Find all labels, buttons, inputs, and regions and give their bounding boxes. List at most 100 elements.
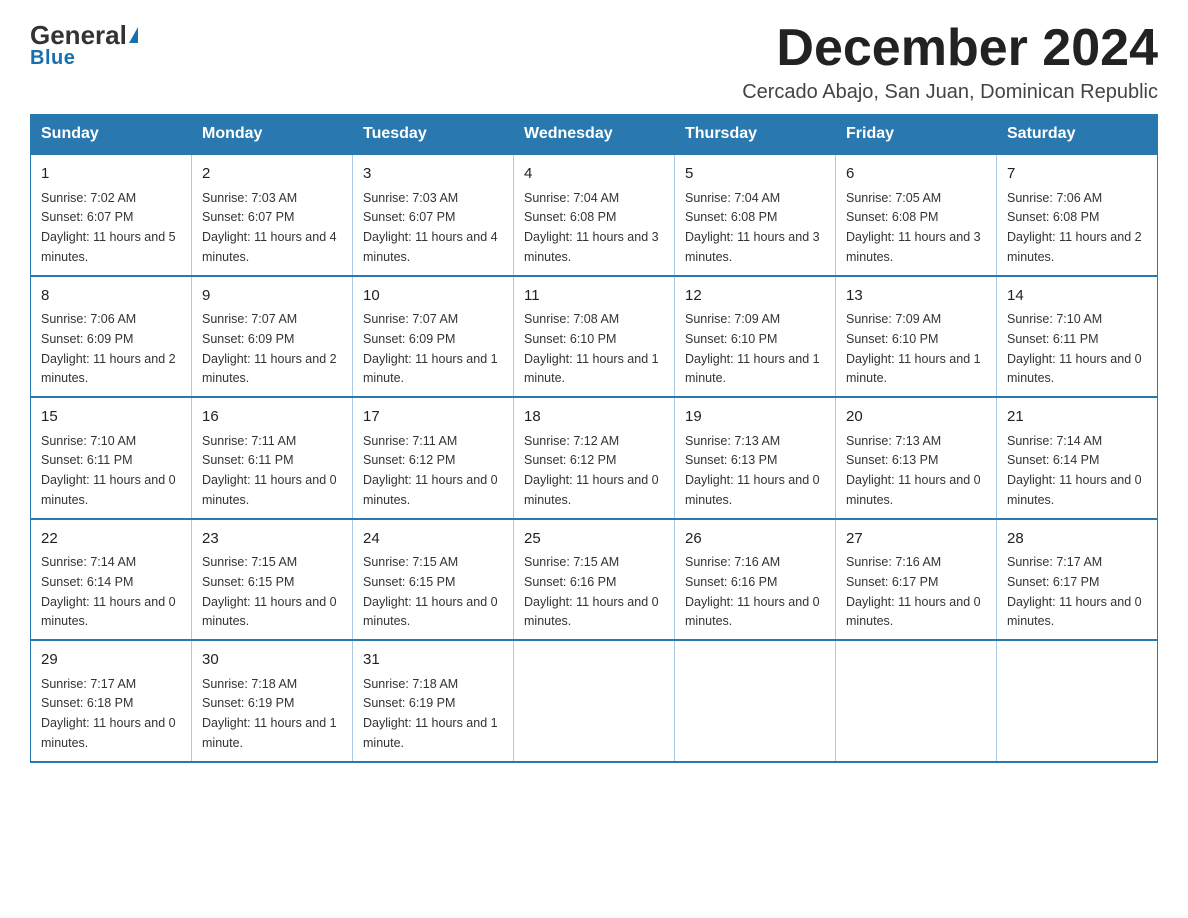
day-number: 20: [846, 406, 986, 429]
day-info: Sunrise: 7:05 AMSunset: 6:08 PMDaylight:…: [846, 191, 981, 264]
calendar-day-cell: 25 Sunrise: 7:15 AMSunset: 6:16 PMDaylig…: [514, 519, 675, 641]
day-number: 19: [685, 406, 825, 429]
calendar-day-cell: 4 Sunrise: 7:04 AMSunset: 6:08 PMDayligh…: [514, 154, 675, 276]
day-number: 26: [685, 528, 825, 551]
day-number: 31: [363, 649, 503, 672]
calendar-day-cell: 12 Sunrise: 7:09 AMSunset: 6:10 PMDaylig…: [675, 276, 836, 398]
day-info: Sunrise: 7:18 AMSunset: 6:19 PMDaylight:…: [363, 677, 498, 750]
page-header: General Blue December 2024 Cercado Abajo…: [30, 20, 1158, 104]
calendar-day-cell: 5 Sunrise: 7:04 AMSunset: 6:08 PMDayligh…: [675, 154, 836, 276]
day-number: 21: [1007, 406, 1147, 429]
day-info: Sunrise: 7:14 AMSunset: 6:14 PMDaylight:…: [1007, 434, 1142, 507]
day-info: Sunrise: 7:12 AMSunset: 6:12 PMDaylight:…: [524, 434, 659, 507]
day-number: 7: [1007, 163, 1147, 186]
calendar-day-cell: 8 Sunrise: 7:06 AMSunset: 6:09 PMDayligh…: [31, 276, 192, 398]
calendar-day-cell: 9 Sunrise: 7:07 AMSunset: 6:09 PMDayligh…: [192, 276, 353, 398]
calendar-week-row: 15 Sunrise: 7:10 AMSunset: 6:11 PMDaylig…: [31, 397, 1158, 519]
calendar-day-cell: 17 Sunrise: 7:11 AMSunset: 6:12 PMDaylig…: [353, 397, 514, 519]
calendar-day-cell: 2 Sunrise: 7:03 AMSunset: 6:07 PMDayligh…: [192, 154, 353, 276]
calendar-day-cell: 18 Sunrise: 7:12 AMSunset: 6:12 PMDaylig…: [514, 397, 675, 519]
day-number: 1: [41, 163, 181, 186]
day-info: Sunrise: 7:15 AMSunset: 6:16 PMDaylight:…: [524, 555, 659, 628]
calendar-day-header: Friday: [836, 115, 997, 155]
day-number: 6: [846, 163, 986, 186]
day-info: Sunrise: 7:08 AMSunset: 6:10 PMDaylight:…: [524, 312, 659, 385]
day-number: 11: [524, 285, 664, 308]
day-info: Sunrise: 7:06 AMSunset: 6:08 PMDaylight:…: [1007, 191, 1142, 264]
calendar-day-cell: 7 Sunrise: 7:06 AMSunset: 6:08 PMDayligh…: [997, 154, 1158, 276]
day-number: 23: [202, 528, 342, 551]
calendar-day-cell: 16 Sunrise: 7:11 AMSunset: 6:11 PMDaylig…: [192, 397, 353, 519]
day-info: Sunrise: 7:02 AMSunset: 6:07 PMDaylight:…: [41, 191, 176, 264]
day-info: Sunrise: 7:17 AMSunset: 6:18 PMDaylight:…: [41, 677, 176, 750]
day-info: Sunrise: 7:07 AMSunset: 6:09 PMDaylight:…: [202, 312, 337, 385]
calendar-day-cell: 14 Sunrise: 7:10 AMSunset: 6:11 PMDaylig…: [997, 276, 1158, 398]
calendar-day-cell: 31 Sunrise: 7:18 AMSunset: 6:19 PMDaylig…: [353, 640, 514, 762]
day-number: 28: [1007, 528, 1147, 551]
calendar-day-cell: 11 Sunrise: 7:08 AMSunset: 6:10 PMDaylig…: [514, 276, 675, 398]
calendar-day-cell: 28 Sunrise: 7:17 AMSunset: 6:17 PMDaylig…: [997, 519, 1158, 641]
day-info: Sunrise: 7:13 AMSunset: 6:13 PMDaylight:…: [685, 434, 820, 507]
day-number: 8: [41, 285, 181, 308]
day-info: Sunrise: 7:11 AMSunset: 6:11 PMDaylight:…: [202, 434, 337, 507]
day-info: Sunrise: 7:03 AMSunset: 6:07 PMDaylight:…: [363, 191, 498, 264]
day-info: Sunrise: 7:10 AMSunset: 6:11 PMDaylight:…: [1007, 312, 1142, 385]
day-info: Sunrise: 7:15 AMSunset: 6:15 PMDaylight:…: [202, 555, 337, 628]
day-number: 24: [363, 528, 503, 551]
calendar-header-row: SundayMondayTuesdayWednesdayThursdayFrid…: [31, 115, 1158, 155]
day-info: Sunrise: 7:07 AMSunset: 6:09 PMDaylight:…: [363, 312, 498, 385]
day-number: 15: [41, 406, 181, 429]
calendar-day-cell: [997, 640, 1158, 762]
day-info: Sunrise: 7:04 AMSunset: 6:08 PMDaylight:…: [685, 191, 820, 264]
day-number: 27: [846, 528, 986, 551]
logo-blue: Blue: [30, 47, 75, 70]
calendar-day-cell: 21 Sunrise: 7:14 AMSunset: 6:14 PMDaylig…: [997, 397, 1158, 519]
day-info: Sunrise: 7:10 AMSunset: 6:11 PMDaylight:…: [41, 434, 176, 507]
calendar-day-header: Wednesday: [514, 115, 675, 155]
calendar-week-row: 29 Sunrise: 7:17 AMSunset: 6:18 PMDaylig…: [31, 640, 1158, 762]
day-info: Sunrise: 7:11 AMSunset: 6:12 PMDaylight:…: [363, 434, 498, 507]
day-info: Sunrise: 7:04 AMSunset: 6:08 PMDaylight:…: [524, 191, 659, 264]
calendar-day-cell: 6 Sunrise: 7:05 AMSunset: 6:08 PMDayligh…: [836, 154, 997, 276]
calendar-day-cell: 26 Sunrise: 7:16 AMSunset: 6:16 PMDaylig…: [675, 519, 836, 641]
day-info: Sunrise: 7:18 AMSunset: 6:19 PMDaylight:…: [202, 677, 337, 750]
day-number: 2: [202, 163, 342, 186]
calendar-day-header: Thursday: [675, 115, 836, 155]
month-title: December 2024: [742, 20, 1158, 77]
title-section: December 2024 Cercado Abajo, San Juan, D…: [742, 20, 1158, 104]
day-number: 14: [1007, 285, 1147, 308]
logo: General Blue: [30, 20, 138, 70]
day-number: 29: [41, 649, 181, 672]
day-number: 18: [524, 406, 664, 429]
calendar-day-cell: 23 Sunrise: 7:15 AMSunset: 6:15 PMDaylig…: [192, 519, 353, 641]
day-number: 3: [363, 163, 503, 186]
day-info: Sunrise: 7:16 AMSunset: 6:16 PMDaylight:…: [685, 555, 820, 628]
calendar-day-header: Sunday: [31, 115, 192, 155]
location-title: Cercado Abajo, San Juan, Dominican Repub…: [742, 81, 1158, 104]
calendar-day-cell: 1 Sunrise: 7:02 AMSunset: 6:07 PMDayligh…: [31, 154, 192, 276]
calendar-day-header: Saturday: [997, 115, 1158, 155]
day-info: Sunrise: 7:09 AMSunset: 6:10 PMDaylight:…: [685, 312, 820, 385]
calendar-table: SundayMondayTuesdayWednesdayThursdayFrid…: [30, 114, 1158, 763]
day-info: Sunrise: 7:15 AMSunset: 6:15 PMDaylight:…: [363, 555, 498, 628]
calendar-day-cell: 15 Sunrise: 7:10 AMSunset: 6:11 PMDaylig…: [31, 397, 192, 519]
calendar-day-cell: 20 Sunrise: 7:13 AMSunset: 6:13 PMDaylig…: [836, 397, 997, 519]
day-number: 22: [41, 528, 181, 551]
day-number: 17: [363, 406, 503, 429]
day-number: 30: [202, 649, 342, 672]
day-number: 12: [685, 285, 825, 308]
calendar-day-cell: [675, 640, 836, 762]
day-info: Sunrise: 7:14 AMSunset: 6:14 PMDaylight:…: [41, 555, 176, 628]
day-number: 25: [524, 528, 664, 551]
calendar-day-cell: 24 Sunrise: 7:15 AMSunset: 6:15 PMDaylig…: [353, 519, 514, 641]
day-info: Sunrise: 7:16 AMSunset: 6:17 PMDaylight:…: [846, 555, 981, 628]
calendar-day-cell: 30 Sunrise: 7:18 AMSunset: 6:19 PMDaylig…: [192, 640, 353, 762]
day-info: Sunrise: 7:17 AMSunset: 6:17 PMDaylight:…: [1007, 555, 1142, 628]
calendar-day-cell: 10 Sunrise: 7:07 AMSunset: 6:09 PMDaylig…: [353, 276, 514, 398]
calendar-day-cell: 22 Sunrise: 7:14 AMSunset: 6:14 PMDaylig…: [31, 519, 192, 641]
calendar-day-cell: 27 Sunrise: 7:16 AMSunset: 6:17 PMDaylig…: [836, 519, 997, 641]
day-number: 9: [202, 285, 342, 308]
logo-triangle-icon: [129, 27, 138, 43]
calendar-week-row: 22 Sunrise: 7:14 AMSunset: 6:14 PMDaylig…: [31, 519, 1158, 641]
day-number: 13: [846, 285, 986, 308]
